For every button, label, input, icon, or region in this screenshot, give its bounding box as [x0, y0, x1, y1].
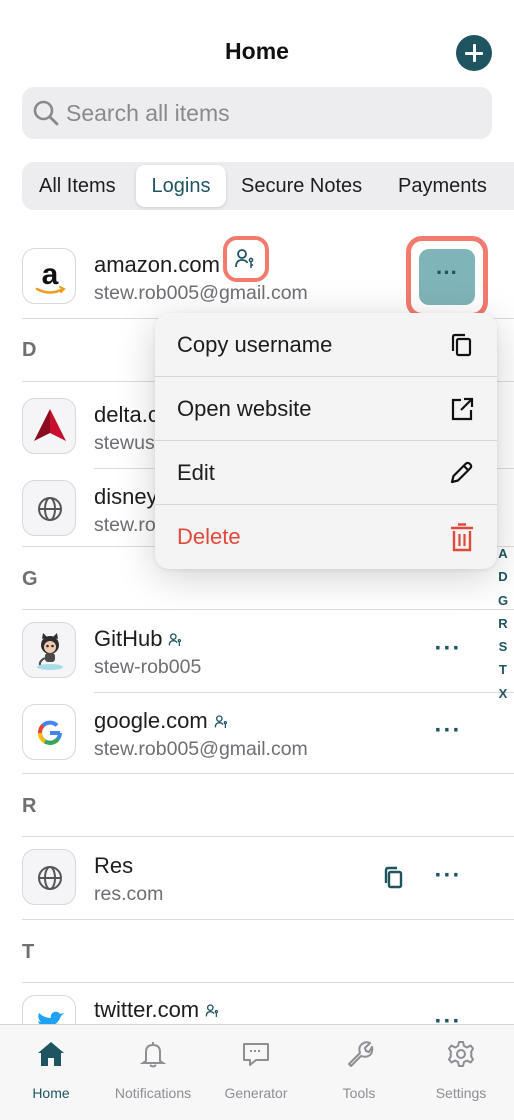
copy-icon: [451, 333, 472, 357]
github-logo: [22, 622, 76, 678]
index-letter[interactable]: R: [496, 616, 510, 639]
menu-item-edit[interactable]: Edit: [155, 441, 497, 505]
item-name: amazon.com: [94, 252, 220, 277]
search-input[interactable]: [66, 87, 466, 139]
menu-label: Open website: [177, 396, 312, 421]
tab-label: Generator: [224, 1085, 288, 1101]
item-username: stew.rob005@gmail.com: [94, 738, 308, 760]
menu-item-delete[interactable]: Delete: [155, 505, 497, 569]
section-header-r: R: [22, 795, 37, 817]
item-name: disney: [94, 484, 158, 509]
wrench-icon: [308, 1037, 410, 1071]
shared-person-icon: [205, 1004, 219, 1018]
more-options-button[interactable]: ···: [430, 636, 466, 666]
delta-logo: [22, 398, 76, 454]
tab-label: Settings: [435, 1085, 487, 1101]
index-letter[interactable]: T: [496, 662, 510, 685]
tab-label: Home: [32, 1085, 70, 1101]
bell-icon: [102, 1037, 204, 1071]
tab-generator[interactable]: Generator: [205, 1037, 307, 1101]
tab-label: Notifications: [114, 1085, 192, 1101]
menu-item-copy-username[interactable]: Copy username: [155, 313, 497, 377]
shared-person-icon: [169, 633, 182, 647]
index-letter[interactable]: S: [496, 639, 510, 662]
generator-icon: [205, 1037, 307, 1071]
divider: [22, 919, 514, 920]
highlight-share-icon: [223, 236, 269, 282]
item-username: stewus: [94, 432, 155, 454]
item-username: stew-rob005: [94, 656, 202, 678]
tab-settings[interactable]: Settings: [410, 1037, 512, 1101]
item-username: stew.ro: [94, 514, 156, 536]
item-name: google.com: [94, 708, 230, 734]
shared-person-icon: [235, 249, 254, 268]
more-options-button[interactable]: ···: [430, 863, 466, 893]
search-bar[interactable]: [22, 87, 492, 139]
tab-payments[interactable]: Payments: [398, 162, 487, 210]
tab-notifications[interactable]: Notifications: [102, 1037, 204, 1101]
list-item[interactable]: Res res.com ···: [0, 837, 514, 919]
google-logo: [22, 704, 76, 760]
section-header-t: T: [22, 941, 35, 963]
svg-text:a: a: [42, 258, 59, 291]
context-menu: Copy username Open website Edit Delete: [155, 313, 497, 569]
section-header-d: D: [22, 339, 37, 361]
tab-secure-notes[interactable]: Secure Notes: [241, 162, 362, 210]
menu-label: Delete: [177, 524, 241, 549]
globe-icon: [22, 480, 76, 536]
alphabet-index[interactable]: A D G R S T X: [496, 546, 510, 709]
more-options-button[interactable]: ···: [406, 236, 488, 318]
header: Home: [0, 0, 514, 84]
index-letter[interactable]: A: [496, 546, 510, 569]
category-tabs: All Items Logins Secure Notes Payments: [22, 162, 514, 210]
section-header-g: G: [22, 568, 38, 590]
menu-label: Edit: [177, 460, 215, 485]
item-username: stew.rob005@gmail.com: [94, 282, 308, 304]
trash-icon: [451, 523, 473, 552]
copy-icon[interactable]: [380, 863, 408, 893]
menu-item-open-website[interactable]: Open website: [155, 377, 497, 441]
divider: [94, 692, 514, 693]
index-letter[interactable]: D: [496, 569, 510, 592]
tab-logins[interactable]: Logins: [136, 165, 226, 207]
globe-icon: [22, 849, 76, 905]
index-letter[interactable]: G: [496, 593, 510, 616]
home-icon: [0, 1037, 102, 1071]
list-item[interactable]: google.com stew.rob005@gmail.com ···: [0, 692, 514, 774]
item-username: res.com: [94, 883, 164, 905]
item-name: Res: [94, 853, 134, 878]
divider: [22, 773, 514, 774]
item-name: GitHub: [94, 626, 184, 652]
shared-person-icon: [214, 715, 227, 729]
plus-circle-icon[interactable]: [456, 35, 492, 71]
search-icon: [33, 100, 59, 126]
list-item[interactable]: GitHub stew-rob005 ···: [0, 610, 514, 692]
external-link-icon: [451, 397, 474, 421]
ellipsis-icon: ···: [419, 249, 475, 305]
item-name: twitter.com: [94, 997, 221, 1023]
gear-icon: [410, 1037, 512, 1071]
pencil-icon: [450, 461, 473, 484]
bottom-tab-bar: Home Notifications Generator Tools Setti…: [0, 1024, 514, 1120]
tab-home[interactable]: Home: [0, 1037, 102, 1101]
page-title: Home: [225, 38, 289, 64]
tab-tools[interactable]: Tools: [308, 1037, 410, 1101]
tab-label: Tools: [342, 1085, 376, 1101]
tab-all-items[interactable]: All Items: [39, 162, 116, 210]
amazon-logo: a: [22, 248, 76, 304]
menu-label: Copy username: [177, 332, 333, 357]
index-letter[interactable]: X: [496, 686, 510, 709]
more-options-button[interactable]: ···: [430, 718, 466, 748]
